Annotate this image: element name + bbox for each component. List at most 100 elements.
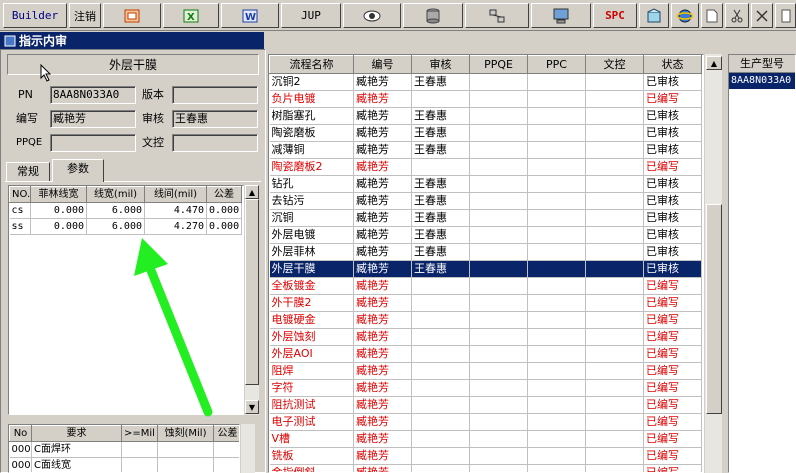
flow-ppqe-cell[interactable] bbox=[469, 345, 528, 363]
flow-ppqe-cell[interactable] bbox=[469, 260, 528, 278]
param-column-header[interactable]: 线间(mil) bbox=[144, 186, 207, 203]
flow-ppc-cell[interactable] bbox=[527, 209, 586, 227]
flow-review-cell[interactable] bbox=[411, 294, 470, 312]
flow-scroll-up-icon[interactable]: ▲ bbox=[706, 56, 722, 70]
flow-ppqe-cell[interactable] bbox=[469, 175, 528, 193]
requirement-row[interactable]: 000 C面线宽 bbox=[9, 457, 239, 472]
flow-name-cell[interactable]: 钻孔 bbox=[269, 175, 354, 193]
close-button[interactable] bbox=[751, 3, 773, 28]
flow-name-cell[interactable]: 电子测试 bbox=[269, 413, 354, 431]
flow-ppqe-cell[interactable] bbox=[469, 430, 528, 448]
param-column-header[interactable]: NO. bbox=[9, 186, 31, 203]
requirement-column-header[interactable]: No bbox=[9, 425, 32, 442]
flow-ppqe-cell[interactable] bbox=[469, 141, 528, 159]
flow-status-cell[interactable]: 已审核 bbox=[643, 124, 702, 142]
flow-author-cell[interactable]: 臧艳芳 bbox=[353, 413, 412, 431]
flow-ppc-cell[interactable] bbox=[527, 413, 586, 431]
flow-column-header[interactable]: 审核 bbox=[411, 55, 470, 74]
splitter[interactable] bbox=[722, 54, 726, 473]
flow-ppqe-cell[interactable] bbox=[469, 396, 528, 414]
flow-ppqe-cell[interactable] bbox=[469, 158, 528, 176]
flow-ppc-cell[interactable] bbox=[527, 141, 586, 159]
scroll-down-icon[interactable]: ▼ bbox=[245, 400, 259, 414]
builder-button[interactable]: Builder bbox=[3, 3, 67, 28]
requirement-column-header[interactable]: 要求 bbox=[31, 425, 122, 442]
flow-ppqe-cell[interactable] bbox=[469, 243, 528, 261]
flow-status-cell[interactable]: 已审核 bbox=[643, 107, 702, 125]
flow-status-cell[interactable]: 已编写 bbox=[643, 413, 702, 431]
flow-status-cell[interactable]: 已编写 bbox=[643, 328, 702, 346]
flow-row[interactable]: 外层电镀 臧艳芳 王春惠 已审核 bbox=[269, 226, 702, 244]
flow-row[interactable]: 陶瓷磨板 臧艳芳 王春惠 已审核 bbox=[269, 124, 702, 142]
flow-name-cell[interactable]: 陶瓷磨板2 bbox=[269, 158, 354, 176]
flow-column-header[interactable]: 流程名称 bbox=[269, 55, 354, 74]
flow-status-cell[interactable]: 已审核 bbox=[643, 141, 702, 159]
flow-row[interactable]: 树脂塞孔 臧艳芳 王春惠 已审核 bbox=[269, 107, 702, 125]
flow-ppc-cell[interactable] bbox=[527, 294, 586, 312]
computer-button[interactable] bbox=[531, 3, 591, 28]
flow-doc-cell[interactable] bbox=[585, 464, 644, 472]
logout-button[interactable]: 注销 bbox=[69, 3, 101, 28]
flow-doc-cell[interactable] bbox=[585, 345, 644, 363]
flow-review-cell[interactable]: 王春惠 bbox=[411, 141, 470, 159]
flow-ppqe-cell[interactable] bbox=[469, 328, 528, 346]
flow-review-cell[interactable]: 王春惠 bbox=[411, 192, 470, 210]
flow-author-cell[interactable]: 臧艳芳 bbox=[353, 447, 412, 465]
flow-status-cell[interactable]: 已审核 bbox=[643, 226, 702, 244]
flow-status-cell[interactable]: 已编写 bbox=[643, 158, 702, 176]
param-cell[interactable]: 4.270 bbox=[144, 218, 207, 235]
param-cell[interactable]: 0.000 bbox=[30, 202, 87, 219]
database-button[interactable] bbox=[403, 3, 463, 28]
review-field[interactable]: 王春惠 bbox=[172, 110, 258, 128]
flow-status-cell[interactable]: 已编写 bbox=[643, 396, 702, 414]
flow-author-cell[interactable]: 臧艳芳 bbox=[353, 73, 412, 91]
flow-status-cell[interactable]: 已编写 bbox=[643, 464, 702, 472]
flow-author-cell[interactable]: 臧艳芳 bbox=[353, 464, 412, 472]
network-button[interactable] bbox=[465, 3, 529, 28]
flow-ppqe-cell[interactable] bbox=[469, 73, 528, 91]
flow-name-cell[interactable]: 外层蚀刻 bbox=[269, 328, 354, 346]
flow-review-cell[interactable] bbox=[411, 328, 470, 346]
flow-ppqe-cell[interactable] bbox=[469, 209, 528, 227]
flow-scrollbar[interactable]: ▲ bbox=[704, 54, 722, 473]
cut-button[interactable] bbox=[725, 3, 749, 28]
flow-doc-cell[interactable] bbox=[585, 413, 644, 431]
flow-name-cell[interactable]: 外层干膜 bbox=[269, 260, 354, 278]
flow-doc-cell[interactable] bbox=[585, 141, 644, 159]
flow-name-cell[interactable]: 电镀硬金 bbox=[269, 311, 354, 329]
flow-doc-cell[interactable] bbox=[585, 447, 644, 465]
flow-name-cell[interactable]: 沉铜2 bbox=[269, 73, 354, 91]
flow-row[interactable]: 铣板 臧艳芳 已编写 bbox=[269, 447, 702, 465]
flow-ppc-cell[interactable] bbox=[527, 430, 586, 448]
param-column-header[interactable]: 菲林线宽 bbox=[30, 186, 87, 203]
flow-author-cell[interactable]: 臧艳芳 bbox=[353, 158, 412, 176]
flow-name-cell[interactable]: 外干膜2 bbox=[269, 294, 354, 312]
flow-doc-cell[interactable] bbox=[585, 107, 644, 125]
flow-name-cell[interactable]: 阻焊 bbox=[269, 362, 354, 380]
flow-review-cell[interactable]: 王春惠 bbox=[411, 73, 470, 91]
flow-review-cell[interactable] bbox=[411, 413, 470, 431]
new-document-button[interactable] bbox=[701, 3, 723, 28]
flow-author-cell[interactable]: 臧艳芳 bbox=[353, 124, 412, 142]
scroll-up-icon[interactable]: ▲ bbox=[245, 185, 259, 199]
flow-status-cell[interactable]: 已审核 bbox=[643, 192, 702, 210]
package-button[interactable] bbox=[639, 3, 669, 28]
flow-status-cell[interactable]: 已审核 bbox=[643, 73, 702, 91]
requirement-cell[interactable]: 000 bbox=[9, 441, 32, 458]
flow-doc-cell[interactable] bbox=[585, 124, 644, 142]
flow-doc-cell[interactable] bbox=[585, 158, 644, 176]
requirement-cell[interactable]: 000 bbox=[9, 457, 32, 472]
flow-status-cell[interactable]: 已编写 bbox=[643, 294, 702, 312]
flow-status-cell[interactable]: 已编写 bbox=[643, 362, 702, 380]
flow-status-cell[interactable]: 已编写 bbox=[643, 447, 702, 465]
flow-ppc-cell[interactable] bbox=[527, 226, 586, 244]
flow-ppc-cell[interactable] bbox=[527, 464, 586, 472]
flow-ppqe-cell[interactable] bbox=[469, 464, 528, 472]
flow-review-cell[interactable] bbox=[411, 277, 470, 295]
flow-doc-cell[interactable] bbox=[585, 243, 644, 261]
requirement-cell[interactable] bbox=[121, 457, 158, 472]
requirement-row[interactable]: 000 C面焊环 bbox=[9, 441, 239, 458]
param-cell[interactable]: 4.470 bbox=[144, 202, 207, 219]
param-cell[interactable]: 0.000 bbox=[206, 218, 242, 235]
flow-ppc-cell[interactable] bbox=[527, 277, 586, 295]
